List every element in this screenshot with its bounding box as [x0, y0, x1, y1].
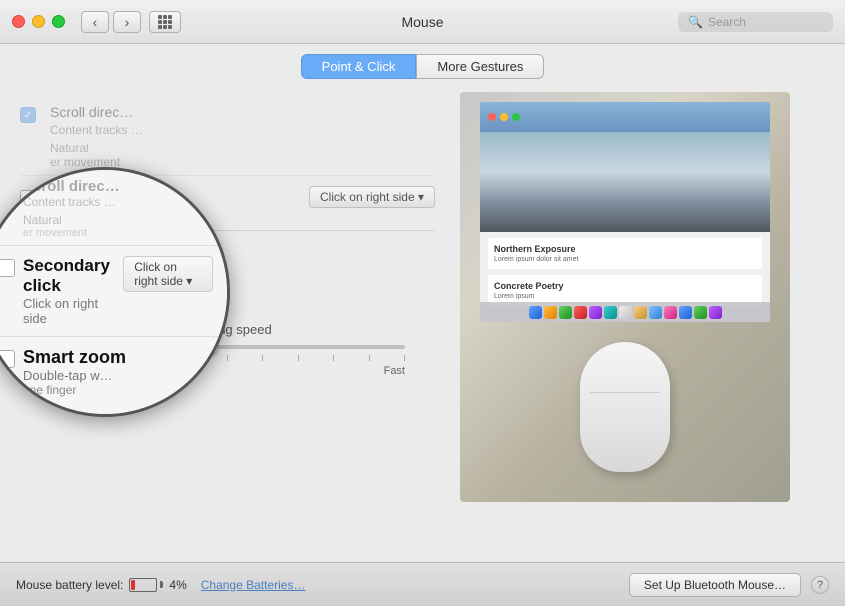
mag-smart-text: Smart zoom Double-tap w… one finger: [23, 347, 126, 397]
screen-preview: Northern Exposure Lorem ipsum dolor sit …: [480, 102, 770, 322]
battery-label: Mouse battery level:: [16, 578, 123, 592]
mag-scroll-desc: Content tracks …: [23, 195, 120, 209]
mag-scroll-title: Scroll direc…: [23, 178, 120, 195]
dock-icon-10: [664, 306, 677, 319]
close-button[interactable]: [12, 15, 25, 28]
scroll-title: Scroll direc…: [50, 103, 435, 121]
main-content: ✓ Scroll direc… Content tracks … Natural…: [0, 87, 845, 561]
secondary-dropdown[interactable]: Click on right side ▾: [309, 186, 435, 208]
grid-icon: [158, 15, 172, 29]
screen-content: Northern Exposure Lorem ipsum dolor sit …: [480, 132, 770, 322]
mag-smart-row: Smart zoom Double-tap w… one finger: [0, 337, 227, 407]
grid-button[interactable]: [149, 11, 181, 33]
bluetooth-setup-button[interactable]: Set Up Bluetooth Mouse…: [629, 573, 801, 597]
scroll-direction-row: ✓ Scroll direc… Content tracks … Natural…: [20, 97, 435, 176]
forward-button[interactable]: ›: [113, 11, 141, 33]
maximize-button[interactable]: [52, 15, 65, 28]
search-icon: 🔍: [688, 15, 703, 29]
mag-smart-title: Smart zoom: [23, 347, 126, 368]
search-placeholder: Search: [708, 15, 746, 29]
screen-hero: [480, 132, 770, 232]
search-bar[interactable]: 🔍 Search: [678, 12, 833, 32]
tab-point-click[interactable]: Point & Click: [301, 54, 417, 79]
dock-icon-9: [649, 306, 662, 319]
screen-card-title-1: Northern Exposure: [494, 244, 756, 254]
nav-buttons: ‹ ›: [81, 11, 141, 33]
back-button[interactable]: ‹: [81, 11, 109, 33]
screen-card-desc-1: Lorem ipsum dolor sit amet: [494, 256, 756, 263]
mag-secondary-dropdown[interactable]: Click on right side ▾: [123, 256, 213, 292]
screen-traffic-lights: [488, 113, 520, 121]
mag-scroll-checkbox: ✓: [0, 182, 15, 200]
change-batteries-button[interactable]: Change Batteries…: [201, 578, 306, 592]
battery-icon: [129, 578, 163, 592]
mouse-shape: [580, 342, 670, 472]
screen-top-bar: [480, 102, 770, 132]
right-panel: Northern Exposure Lorem ipsum dolor sit …: [455, 87, 845, 561]
magnify-circle: ✓ Scroll direc… Content tracks … Natural…: [0, 167, 230, 417]
left-panel: ✓ Scroll direc… Content tracks … Natural…: [0, 87, 455, 561]
minimize-button[interactable]: [32, 15, 45, 28]
mag-smart-checkbox: [0, 350, 15, 368]
mag-scroll-text: Scroll direc… Content tracks … Natural e…: [23, 178, 120, 239]
mag-secondary-checkbox: [0, 259, 15, 277]
bottom-bar: Mouse battery level: 4% Change Batteries…: [0, 562, 845, 606]
scroll-text: Scroll direc… Content tracks … Natural e…: [50, 103, 435, 169]
mouse-body: [580, 342, 670, 472]
screen-card-1: Northern Exposure Lorem ipsum dolor sit …: [488, 238, 762, 269]
secondary-control: Click on right side ▾: [309, 186, 435, 208]
scroll-natural: Natural: [50, 141, 89, 155]
dock-icon-13: [709, 306, 722, 319]
dock-icon-7: [619, 306, 632, 319]
dock-icon-3: [559, 306, 572, 319]
dock-icon-4: [574, 306, 587, 319]
screen-dock: [480, 302, 770, 322]
mag-secondary-text: Secondary click Click on right side: [23, 256, 115, 326]
screen-card-desc-2: Lorem ipsum: [494, 293, 756, 300]
mag-secondary-row: Secondary click Click on right side Clic…: [0, 246, 227, 337]
mag-scroll-row: ✓ Scroll direc… Content tracks … Natural…: [0, 170, 227, 246]
battery-fill: [131, 580, 134, 590]
window-title: Mouse: [401, 14, 443, 30]
mag-secondary-title: Secondary click: [23, 256, 115, 296]
mag-smart-desc: Double-tap w…: [23, 368, 126, 383]
mouse-divider: [590, 392, 660, 393]
titlebar: ‹ › Mouse 🔍 Search: [0, 0, 845, 44]
dock-icon-12: [694, 306, 707, 319]
dock-icon-1: [529, 306, 542, 319]
screen-card-title-2: Concrete Poetry: [494, 281, 756, 291]
dock-icon-8: [634, 306, 647, 319]
battery-info: Mouse battery level: 4% Change Batteries…: [16, 578, 305, 592]
dock-icon-11: [679, 306, 692, 319]
tab-more-gestures[interactable]: More Gestures: [416, 54, 544, 79]
dock-icon-6: [604, 306, 617, 319]
mag-smart-sub: one finger: [23, 383, 126, 397]
dock-icon-5: [589, 306, 602, 319]
mag-natural: Natural: [23, 213, 120, 227]
scroll-control: Natural er movement: [50, 141, 435, 169]
dock-icon-2: [544, 306, 557, 319]
battery-percent: 4%: [169, 578, 186, 592]
help-button[interactable]: ?: [811, 576, 829, 594]
battery-tip: [160, 581, 163, 588]
dock-icons: [529, 306, 722, 319]
scroll-checkbox[interactable]: ✓: [20, 107, 36, 123]
bottom-right-buttons: Set Up Bluetooth Mouse… ?: [629, 573, 829, 597]
traffic-lights: [12, 15, 65, 28]
tabs-bar: Point & Click More Gestures: [0, 44, 845, 87]
mag-movement: er movement: [23, 227, 120, 239]
battery-body: [129, 578, 157, 592]
fast-label: Fast: [384, 365, 405, 377]
mag-secondary-desc: Click on right side: [23, 296, 115, 326]
scroll-desc: Content tracks …: [50, 123, 435, 137]
mag-secondary-control: Click on right side ▾: [123, 256, 213, 292]
magnify-inner: ✓ Scroll direc… Content tracks … Natural…: [0, 170, 227, 414]
scroll-checkbox-area: ✓: [20, 107, 40, 127]
mouse-image-area: Northern Exposure Lorem ipsum dolor sit …: [460, 92, 790, 502]
